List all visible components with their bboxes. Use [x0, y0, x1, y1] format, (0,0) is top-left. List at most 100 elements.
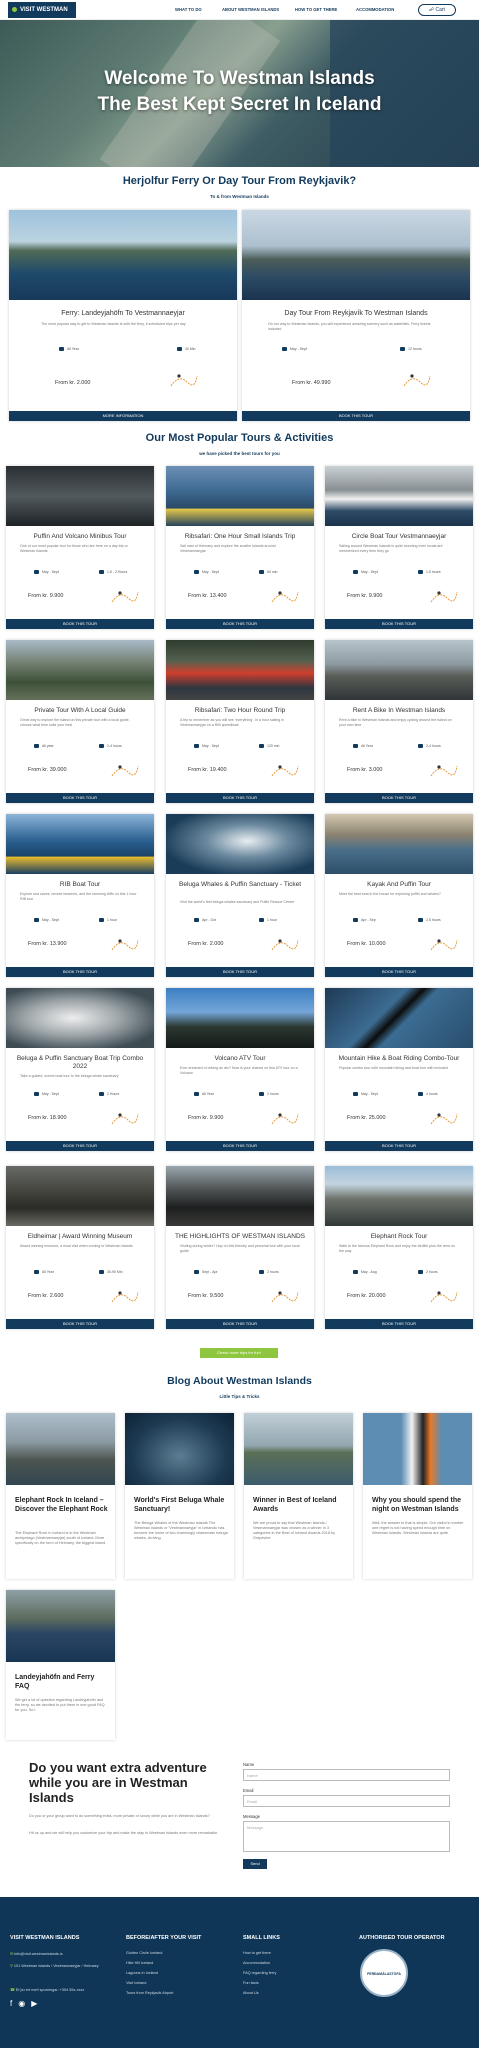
book-tour-button[interactable]: BOOK THIS TOUR — [166, 793, 314, 803]
book-tour-button[interactable]: BOOK THIS TOUR — [6, 619, 154, 629]
nav-accommodation[interactable]: ACCOMMODATION — [356, 7, 394, 12]
footer-link[interactable]: About Us — [243, 1991, 259, 1995]
more-trips-button[interactable]: Check more trips for fun! — [200, 1348, 278, 1358]
book-tour-button[interactable]: BOOK THIS TOUR — [325, 793, 473, 803]
footer-link[interactable]: How to get there — [243, 1951, 271, 1955]
email-input[interactable]: Email — [243, 1795, 450, 1807]
book-tour-button[interactable]: BOOK THIS TOUR — [6, 967, 154, 977]
blog-post-excerpt: The Elephant Rock in Iceland is in the W… — [15, 1531, 106, 1545]
book-tour-button[interactable]: BOOK THIS TOUR — [325, 619, 473, 629]
blog-image — [244, 1413, 353, 1485]
book-tour-button[interactable]: BOOK THIS TOUR — [325, 967, 473, 977]
footer-link[interactable]: Hike Hill Iceland — [126, 1961, 153, 1965]
blog-post-title[interactable]: Winner in Best of Iceland Awards — [253, 1496, 347, 1514]
nav-what-to-do[interactable]: WHAT TO DO — [175, 7, 202, 12]
tour-card[interactable]: Elephant Rock Tour Walk to the famous Ele… — [325, 1166, 473, 1329]
card-season: All Year — [34, 1270, 54, 1275]
clock-icon — [418, 1270, 423, 1275]
site-logo[interactable]: VISIT WESTMAN ISLANDS — [8, 2, 76, 29]
card-description: Award winning museum, a must visit when … — [20, 1244, 133, 1248]
book-tour-button[interactable]: BOOK THIS TOUR — [6, 1319, 154, 1329]
book-tour-button[interactable]: BOOK THIS TOUR — [6, 793, 154, 803]
blog-post-card[interactable]: Why you should spend the night on Westma… — [363, 1413, 472, 1579]
blog-post-title[interactable]: World's First Beluga Whale Sanctuary! — [134, 1496, 228, 1514]
send-button[interactable]: Send — [243, 1859, 267, 1869]
youtube-icon[interactable]: ▶ — [31, 1999, 43, 2008]
more-information-button[interactable]: MORE INFORMATION — [9, 411, 237, 421]
card-season: May - Sept — [34, 1092, 59, 1097]
calendar-icon — [353, 1270, 358, 1275]
book-tour-button[interactable]: BOOK THIS TOUR — [6, 1141, 154, 1151]
footer-phone[interactable]: ☎ Ef þú ert með spurningar: +354 55x-xxx… — [10, 1987, 84, 1992]
card-price: From kr. 9.900 — [28, 593, 64, 599]
clock-icon — [418, 570, 423, 575]
card-season: All Year — [59, 347, 79, 352]
instagram-icon[interactable]: ◉ — [18, 1999, 31, 2008]
clock-icon — [177, 347, 182, 352]
route-map-icon — [403, 374, 431, 387]
tour-card[interactable]: THE HIGHLIGHTS OF WESTMAN ISLANDS Visitin… — [166, 1166, 314, 1329]
card-season: May - Sept — [194, 744, 219, 749]
nav-about[interactable]: ABOUT WESTMAN ISLANDS — [222, 7, 279, 12]
contact-text-2: Hit us up and we will help you customize… — [29, 1831, 219, 1835]
day-tour-image — [242, 210, 470, 300]
footer: VISIT WESTMAN ISLANDS ✉ info@visit.westm… — [0, 1897, 479, 2048]
footer-link[interactable]: Visit Iceland — [126, 1981, 146, 1985]
blog-post-excerpt: We get a lot of question regarding Lande… — [15, 1698, 105, 1712]
footer-link[interactable]: Tours from Reykjavík Airport — [126, 1991, 173, 1995]
tour-card[interactable]: RIB Boat Tour Explore sea caves, remote b… — [6, 814, 154, 977]
card-season: May - Sept — [353, 1092, 378, 1097]
tour-card[interactable]: Mountain Hike & Boat Riding Combo-Tour Po… — [325, 988, 473, 1151]
tour-card[interactable]: Beluga Whales & Puffin Sanctuary - Ticke… — [166, 814, 314, 977]
tour-card[interactable]: Ribsafari: Two Hour Round Trip A trip to … — [166, 640, 314, 803]
book-tour-button[interactable]: BOOK THIS TOUR — [166, 1319, 314, 1329]
tour-card[interactable]: Beluga & Puffin Sanctuary Boat Trip Comb… — [6, 988, 154, 1151]
blog-post-card[interactable]: Winner in Best of Iceland Awards We are … — [244, 1413, 353, 1579]
footer-link[interactable]: FAQ regarding ferry — [243, 1971, 276, 1975]
message-textarea[interactable]: Message — [243, 1821, 450, 1852]
blog-post-card[interactable]: Elephant Rock In Iceland – Discover the … — [6, 1413, 115, 1579]
tour-card[interactable]: Kayak And Puffin Tour Meet the best seat … — [325, 814, 473, 977]
cart-button[interactable]: ☍ Cart — [418, 4, 456, 16]
footer-link[interactable]: Golden Circle Iceland — [126, 1951, 162, 1955]
name-input[interactable]: Name — [243, 1769, 450, 1781]
card-price: From kr. 9.900 — [347, 593, 383, 599]
tour-card[interactable]: Puffin And Volcano Minibus Tour One of ou… — [6, 466, 154, 629]
facebook-icon[interactable]: f — [10, 1999, 18, 2008]
authorised-operator-badge: FERÐAMÁLASTOFA — [360, 1949, 408, 1997]
calendar-icon — [194, 570, 199, 575]
book-tour-button[interactable]: BOOK THIS TOUR — [166, 619, 314, 629]
calendar-icon — [194, 1270, 199, 1275]
tour-image — [325, 466, 473, 526]
blog-post-card[interactable]: Landeyjahöfn and Ferry FAQ We get a lot … — [6, 1590, 115, 1740]
book-tour-button[interactable]: BOOK THIS TOUR — [325, 1141, 473, 1151]
tour-card[interactable]: Volcano ATV Tour Ever dreamed of driving … — [166, 988, 314, 1151]
book-tour-button[interactable]: BOOK THIS TOUR — [325, 1319, 473, 1329]
footer-email[interactable]: ✉ info@visit.westmanislands.is — [10, 1951, 63, 1956]
footer-link[interactable]: Lagoons in Iceland — [126, 1971, 158, 1975]
ferry-card[interactable]: Ferry: Landeyjahöfn To Vestmannaeyjar Th… — [9, 210, 237, 421]
footer-col2-title: BEFORE/AFTER YOUR VISIT — [126, 1935, 202, 1941]
calendar-icon — [194, 744, 199, 749]
card-description: Meet the best seat in the house for expl… — [339, 892, 441, 896]
tour-card[interactable]: Ribsafari: One Hour Small Islands Trip Sa… — [166, 466, 314, 629]
contact-text: Do you or your group want to do somethin… — [29, 1814, 210, 1818]
book-tour-button[interactable]: BOOK THIS TOUR — [242, 411, 470, 421]
tour-card[interactable]: Circle Boat Tour Vestmannaeyjar Sailing a… — [325, 466, 473, 629]
tour-card[interactable]: Private Tour With A Local Guide Great way… — [6, 640, 154, 803]
day-tour-card[interactable]: Day Tour From Reykjavík To Westman Islan… — [242, 210, 470, 421]
tour-image — [6, 640, 154, 700]
blog-post-card[interactable]: World's First Beluga Whale Sanctuary! Th… — [125, 1413, 234, 1579]
blog-post-title[interactable]: Landeyjahöfn and Ferry FAQ — [15, 1673, 109, 1691]
card-description: Explore sea caves, remote beaches, and t… — [20, 892, 137, 901]
footer-link[interactable]: Accommodation — [243, 1961, 270, 1965]
blog-post-title[interactable]: Why you should spend the night on Westma… — [372, 1496, 466, 1514]
blog-post-title[interactable]: Elephant Rock In Iceland – Discover the … — [15, 1496, 109, 1514]
book-tour-button[interactable]: BOOK THIS TOUR — [166, 967, 314, 977]
footer-link[interactable]: Fun facts — [243, 1981, 259, 1985]
nav-how-to-get-there[interactable]: HOW TO GET THERE — [295, 7, 337, 12]
book-tour-button[interactable]: BOOK THIS TOUR — [166, 1141, 314, 1151]
tour-card[interactable]: Rent A Bike In Westman Islands Rent a bik… — [325, 640, 473, 803]
card-description: Sail east of Heimaey and explore the sma… — [180, 544, 276, 553]
tour-card[interactable]: Eldheimar | Award Winning Museum Award wi… — [6, 1166, 154, 1329]
